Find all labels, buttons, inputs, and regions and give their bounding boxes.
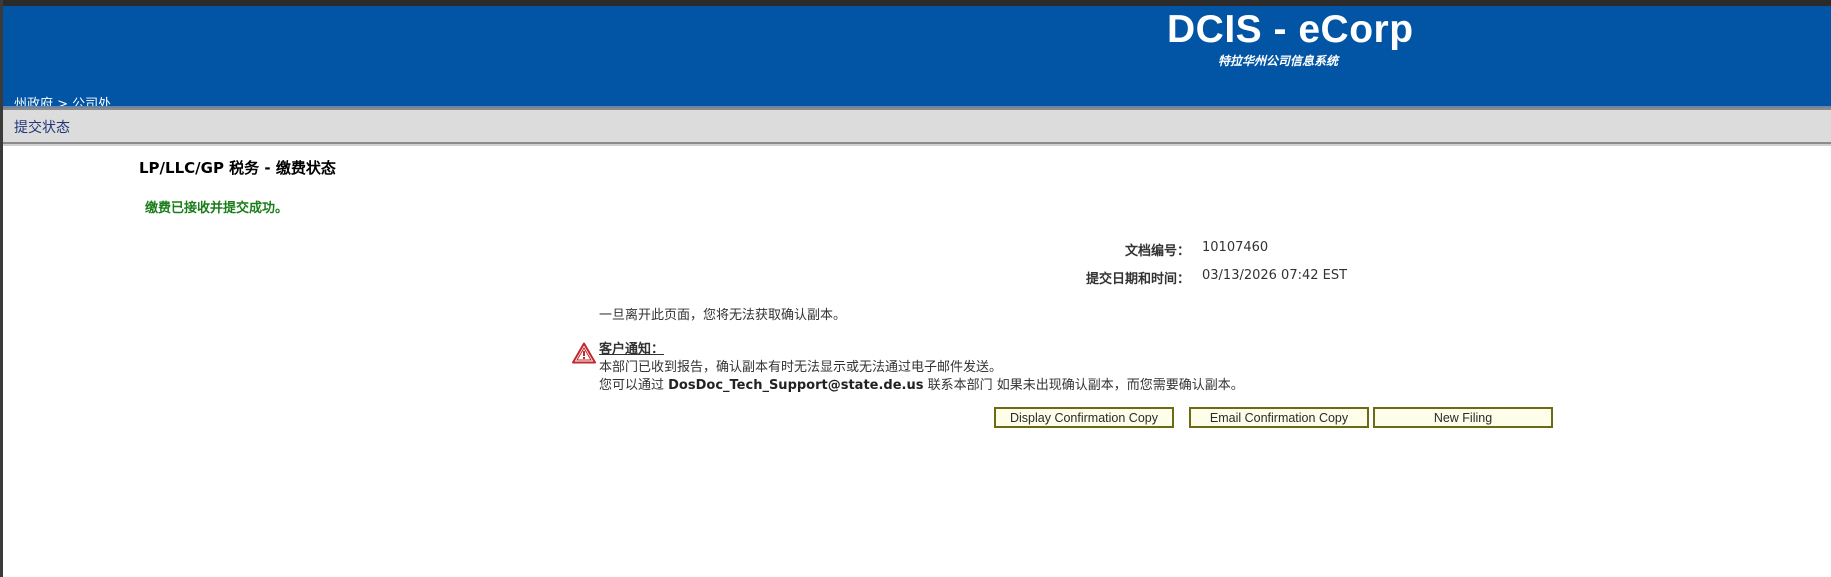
email-confirmation-copy-button[interactable]: Email Confirmation Copy (1189, 407, 1369, 428)
submit-datetime-label: 提交日期和时间： (1085, 272, 1190, 287)
warning-icon (572, 342, 596, 364)
success-message: 缴费已接收并提交成功。 (145, 201, 289, 216)
document-number-value: 10107460 (1202, 240, 1269, 255)
customer-notice-line1: 本部门已收到报告，确认副本有时无法显示或无法通过电子邮件发送。 (599, 360, 1003, 375)
customer-notice-line2-suffix: 联系本部门 如果未出现确认副本，而您需要确认副本。 (923, 378, 1244, 393)
brand-title: DCIS - eCorp (1167, 8, 1414, 51)
section-divider-shadow (3, 144, 1831, 146)
section-bar (3, 110, 1831, 142)
new-filing-button[interactable]: New Filing (1373, 407, 1553, 428)
submit-datetime-value: 03/13/2026 07:42 EST (1202, 268, 1348, 283)
page-title: LP/LLC/GP 税务 - 缴费状态 (139, 159, 336, 177)
customer-notice-line2: 您可以通过 DosDoc_Tech_Support@state.de.us 联系… (599, 374, 1244, 393)
customer-notice-line2-prefix: 您可以通过 (599, 378, 669, 393)
support-email: DosDoc_Tech_Support@state.de.us (668, 378, 924, 393)
customer-notice-heading: 客户通知： (599, 342, 665, 357)
document-number-label: 文档编号： (1124, 244, 1190, 259)
section-title: 提交状态 (14, 120, 70, 136)
site-header (3, 6, 1831, 106)
brand-subtitle: 特拉华州公司信息系统 (1218, 54, 1339, 68)
leave-page-note: 一旦离开此页面，您将无法获取确认副本。 (599, 308, 847, 323)
display-confirmation-copy-button[interactable]: Display Confirmation Copy (994, 407, 1174, 428)
